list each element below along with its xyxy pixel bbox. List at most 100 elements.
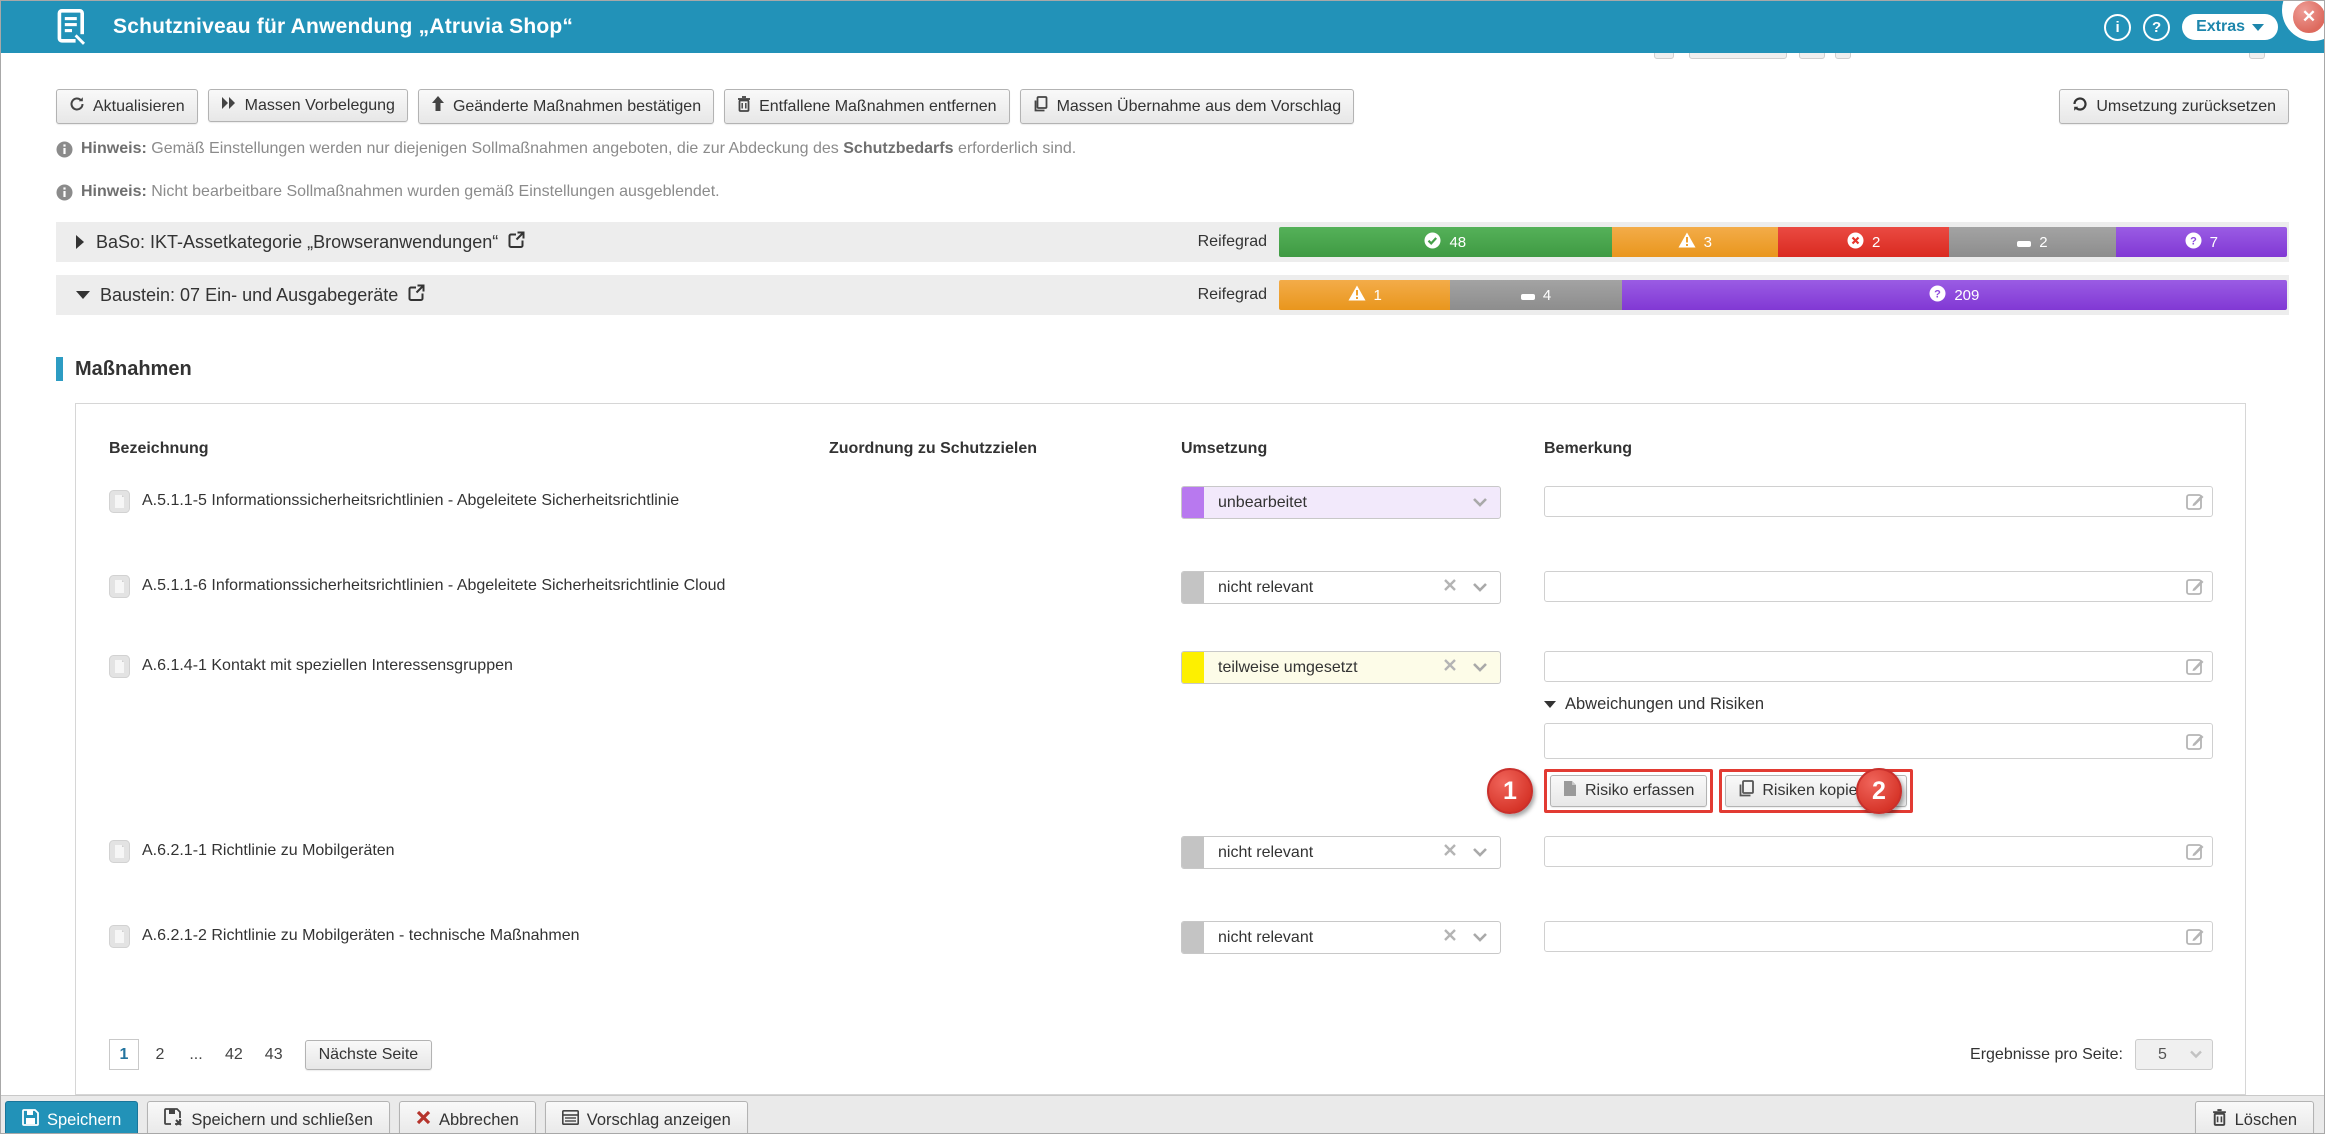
page-42[interactable]: 42	[217, 1039, 251, 1070]
pagination: 1 2 ... 42 43 Nächste Seite Ergebnisse p…	[76, 1039, 2245, 1070]
segment-not-relevant: 2	[1949, 227, 2115, 257]
delete-button[interactable]: Löschen	[2195, 1101, 2314, 1134]
page-43[interactable]: 43	[257, 1039, 291, 1070]
measure-doc-icon[interactable]	[109, 925, 130, 953]
help-icon[interactable]: ?	[2143, 14, 2170, 41]
clear-x-icon[interactable]	[1443, 658, 1457, 677]
bemerkung-input[interactable]	[1544, 486, 2213, 517]
measure-name: A.5.1.1-6 Informationssicherheitsrichtli…	[142, 577, 725, 595]
footer-bar: Speichern Speichern und schließen Abbrec…	[1, 1095, 2324, 1134]
segment-warning: 1	[1279, 280, 1450, 310]
reset-implementation-button[interactable]: Umsetzung zurücksetzen	[2059, 89, 2289, 124]
info-icon[interactable]: i	[2104, 14, 2131, 41]
main-content: Aktualisieren Massen Vorbelegung Geänder…	[1, 53, 2324, 1095]
table-row: A.5.1.1-6 Informationssicherheitsrichtli…	[76, 571, 2245, 651]
cancel-button[interactable]: Abbrechen	[399, 1101, 536, 1134]
chevron-down-icon[interactable]	[1472, 844, 1488, 862]
bemerkung-input[interactable]	[1544, 836, 2213, 867]
reifegrad-bar-baustein: 1 4 ? 209	[1279, 280, 2287, 310]
save-button[interactable]: Speichern	[5, 1101, 138, 1134]
page-ellipsis: ...	[181, 1039, 211, 1070]
info-circle-icon	[56, 141, 73, 163]
section-baustein-title: Baustein: 07 Ein- und Ausgabegeräte	[100, 285, 398, 306]
edit-pencil-icon[interactable]	[2186, 842, 2205, 866]
annotation-circle-1: 1	[1487, 768, 1533, 814]
bemerkung-input[interactable]	[1544, 651, 2213, 682]
status-stripe	[1182, 837, 1204, 868]
umsetzung-select[interactable]: teilweise umgesetzt	[1181, 651, 1501, 684]
svg-text:?: ?	[1934, 288, 1941, 300]
external-link-icon[interactable]	[508, 231, 525, 253]
section-baso[interactable]: BaSo: IKT-Assetkategorie „Browseranwendu…	[56, 222, 2289, 262]
umsetzung-select[interactable]: nicht relevant	[1181, 921, 1501, 954]
reifegrad-label: Reifegrad	[1198, 233, 1267, 251]
chevron-down-icon[interactable]	[1472, 579, 1488, 597]
risk-bemerkung-input[interactable]	[1544, 723, 2213, 759]
reset-icon	[2072, 96, 2088, 117]
remove-dropped-measures-button[interactable]: Entfallene Maßnahmen entfernen	[724, 89, 1009, 124]
measure-doc-icon[interactable]	[109, 575, 130, 603]
edit-pencil-icon[interactable]	[2186, 657, 2205, 681]
caret-down-icon	[76, 291, 90, 299]
table-row: A.6.1.4-1 Kontakt mit speziellen Interes…	[76, 651, 2245, 836]
column-header-bezeichnung: Bezeichnung	[109, 440, 829, 458]
info-circle-icon	[56, 184, 73, 206]
chevron-down-icon[interactable]	[1472, 929, 1488, 947]
app-window: Schutzniveau für Anwendung „Atruvia Shop…	[0, 0, 2325, 1134]
show-proposal-button[interactable]: Vorschlag anzeigen	[545, 1101, 748, 1134]
bemerkung-input[interactable]	[1544, 571, 2213, 602]
measure-name: A.6.2.1-1 Richtlinie zu Mobilgeräten	[142, 842, 395, 860]
extras-menu-button[interactable]: Extras	[2182, 14, 2278, 40]
edit-pencil-icon[interactable]	[2186, 577, 2205, 601]
clear-x-icon[interactable]	[1443, 578, 1457, 597]
measure-name: A.5.1.1-5 Informationssicherheitsrichtli…	[142, 492, 679, 510]
mass-adopt-proposal-button[interactable]: Massen Übernahme aus dem Vorschlag	[1020, 89, 1355, 124]
risk-section-toggle[interactable]: Abweichungen und Risiken	[1544, 695, 2213, 714]
heading-accent-bar	[56, 357, 63, 381]
clear-x-icon[interactable]	[1443, 843, 1457, 862]
edit-pencil-icon[interactable]	[2186, 732, 2205, 756]
umsetzung-select[interactable]: nicht relevant	[1181, 571, 1501, 604]
capture-risk-button[interactable]: Risiko erfassen	[1550, 775, 1707, 807]
column-header-bemerkung: Bemerkung	[1544, 440, 2213, 458]
per-page-label: Ergebnisse pro Seite:	[1970, 1046, 2123, 1064]
page-1-current[interactable]: 1	[109, 1039, 139, 1070]
column-header-umsetzung: Umsetzung	[1181, 440, 1544, 458]
refresh-button[interactable]: Aktualisieren	[56, 89, 198, 124]
per-page-select[interactable]: 5	[2135, 1039, 2213, 1070]
segment-unedited: ? 7	[2116, 227, 2287, 257]
status-stripe	[1182, 652, 1204, 683]
question-circle-icon: ?	[1929, 285, 1946, 306]
measure-name: A.6.2.1-2 Richtlinie zu Mobilgeräten - t…	[142, 927, 580, 945]
trash-icon	[2212, 1109, 2227, 1131]
next-page-button[interactable]: Nächste Seite	[305, 1040, 433, 1070]
edit-pencil-icon[interactable]	[2186, 927, 2205, 951]
chevron-down-icon[interactable]	[1472, 659, 1488, 677]
edit-pencil-icon[interactable]	[2186, 492, 2205, 516]
segment-warning: 3	[1612, 227, 1778, 257]
clear-x-icon[interactable]	[1443, 928, 1457, 947]
measure-doc-icon[interactable]	[109, 840, 130, 868]
hint-hidden-measures: Hinweis: Nicht bearbeitbare Sollmaßnahme…	[56, 183, 2289, 206]
external-link-icon[interactable]	[408, 284, 425, 306]
check-circle-icon	[1424, 232, 1441, 253]
refresh-icon	[69, 96, 85, 117]
section-baustein[interactable]: Baustein: 07 Ein- und Ausgabegeräte Reif…	[56, 275, 2289, 315]
annotation-circle-2: 2	[1856, 768, 1902, 814]
umsetzung-select[interactable]: nicht relevant	[1181, 836, 1501, 869]
chevron-down-icon[interactable]	[1472, 494, 1488, 512]
confirm-changed-measures-button[interactable]: Geänderte Maßnahmen bestätigen	[418, 89, 714, 124]
table-row: A.6.2.1-2 Richtlinie zu Mobilgeräten - t…	[76, 921, 2245, 1006]
mass-preset-button[interactable]: Massen Vorbelegung	[208, 89, 408, 122]
document-form-icon	[57, 9, 87, 45]
umsetzung-select[interactable]: unbearbeitet	[1181, 486, 1501, 519]
measure-doc-icon[interactable]	[109, 490, 130, 518]
measure-doc-icon[interactable]	[109, 655, 130, 683]
page-2[interactable]: 2	[145, 1039, 175, 1070]
close-button[interactable]: ✕	[2291, 0, 2325, 35]
copy-pages-icon	[1033, 96, 1049, 117]
save-and-close-button[interactable]: Speichern und schließen	[147, 1101, 390, 1134]
title-bar: Schutzniveau für Anwendung „Atruvia Shop…	[1, 1, 2324, 53]
hint-protection-need: Hinweis: Gemäß Einstellungen werden nur …	[56, 140, 2289, 163]
bemerkung-input[interactable]	[1544, 921, 2213, 952]
